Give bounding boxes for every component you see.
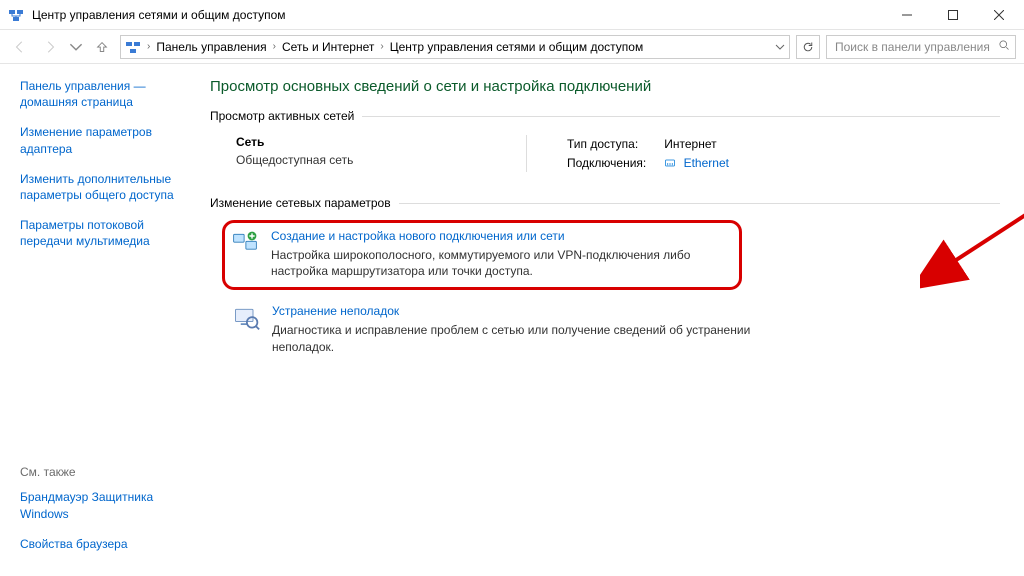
up-button[interactable] — [90, 35, 114, 59]
network-center-icon — [125, 39, 141, 55]
breadcrumb[interactable]: › Панель управления › Сеть и Интернет › … — [120, 35, 790, 59]
network-center-icon — [8, 7, 24, 23]
active-networks-heading: Просмотр активных сетей — [210, 109, 1000, 123]
sidebar-link-media-streaming[interactable]: Параметры потоковой передачи мультимедиа — [20, 217, 190, 249]
chevron-right-icon: › — [271, 41, 278, 52]
maximize-button[interactable] — [930, 0, 976, 30]
address-bar: › Панель управления › Сеть и Интернет › … — [0, 30, 1024, 64]
breadcrumb-item[interactable]: Центр управления сетями и общим доступом — [390, 40, 644, 54]
search-input[interactable] — [833, 39, 992, 55]
see-also-label: См. также — [20, 465, 190, 479]
nav-forward-button[interactable] — [38, 35, 62, 59]
task-title[interactable]: Создание и настройка нового подключения … — [271, 229, 733, 243]
task-new-connection[interactable]: Создание и настройка нового подключения … — [222, 220, 742, 290]
change-settings-label: Изменение сетевых параметров — [210, 196, 391, 210]
sidebar-link-firewall[interactable]: Брандмауэр Защитника Windows — [20, 489, 190, 521]
connection-link[interactable]: Ethernet — [684, 156, 729, 170]
new-connection-icon — [231, 229, 259, 257]
ethernet-icon — [664, 157, 676, 169]
divider — [362, 116, 1000, 117]
sidebar-link-home[interactable]: Панель управления — домашняя страница — [20, 78, 190, 110]
search-box[interactable] — [826, 35, 1016, 59]
task-troubleshoot[interactable]: Устранение неполадок Диагностика и испра… — [226, 296, 786, 364]
divider — [399, 203, 1000, 204]
window-title: Центр управления сетями и общим доступом — [32, 8, 286, 22]
network-profile: Общедоступная сеть — [236, 153, 486, 167]
access-type-value: Интернет — [664, 135, 747, 153]
troubleshoot-icon — [232, 304, 260, 332]
sidebar-link-advanced-sharing[interactable]: Изменить дополнительные параметры общего… — [20, 171, 190, 203]
minimize-button[interactable] — [884, 0, 930, 30]
page-title: Просмотр основных сведений о сети и наст… — [210, 78, 1000, 95]
breadcrumb-history-button[interactable] — [775, 42, 785, 52]
titlebar: Центр управления сетями и общим доступом — [0, 0, 1024, 30]
close-button[interactable] — [976, 0, 1022, 30]
recent-locations-button[interactable] — [68, 35, 84, 59]
network-name: Сеть — [236, 135, 486, 149]
divider — [526, 135, 527, 172]
main-content: Просмотр основных сведений о сети и наст… — [200, 64, 1024, 576]
breadcrumb-item[interactable]: Сеть и Интернет — [282, 40, 374, 54]
access-type-label: Тип доступа: — [567, 135, 664, 153]
sidebar: Панель управления — домашняя страница Из… — [0, 64, 200, 576]
active-networks-label: Просмотр активных сетей — [210, 109, 354, 123]
task-title[interactable]: Устранение неполадок — [272, 304, 780, 318]
sidebar-link-adapter-settings[interactable]: Изменение параметров адаптера — [20, 124, 190, 156]
active-network-row: Сеть Общедоступная сеть Тип доступа: Инт… — [210, 133, 1000, 190]
refresh-button[interactable] — [796, 35, 820, 59]
search-icon — [998, 39, 1010, 54]
task-desc: Настройка широкополосного, коммутируемог… — [271, 247, 733, 279]
change-settings-heading: Изменение сетевых параметров — [210, 196, 1000, 210]
breadcrumb-item[interactable]: Панель управления — [156, 40, 266, 54]
sidebar-link-internet-options[interactable]: Свойства браузера — [20, 536, 190, 552]
nav-back-button[interactable] — [8, 35, 32, 59]
chevron-right-icon: › — [145, 41, 152, 52]
chevron-right-icon: › — [378, 41, 385, 52]
task-desc: Диагностика и исправление проблем с сеть… — [272, 322, 780, 354]
connections-label: Подключения: — [567, 153, 664, 172]
